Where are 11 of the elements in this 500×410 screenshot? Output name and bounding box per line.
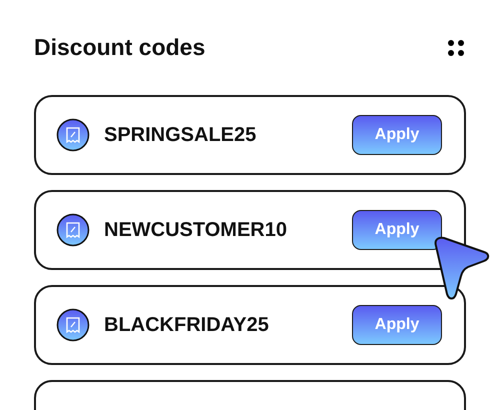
coupon-icon	[56, 118, 90, 152]
apply-button[interactable]: Apply	[352, 305, 442, 345]
coupon-icon	[56, 213, 90, 247]
more-icon[interactable]	[447, 38, 465, 56]
discount-code: SPRINGSALE25	[104, 124, 258, 146]
apply-button[interactable]: Apply	[352, 115, 442, 155]
discount-code: NEWCUSTOMER10	[104, 218, 288, 242]
discount-code: BLACKFRIDAY25	[104, 314, 270, 336]
apply-button[interactable]: Apply	[352, 210, 442, 250]
page-title: Discount codes	[34, 34, 206, 61]
coupon-icon	[56, 308, 90, 342]
